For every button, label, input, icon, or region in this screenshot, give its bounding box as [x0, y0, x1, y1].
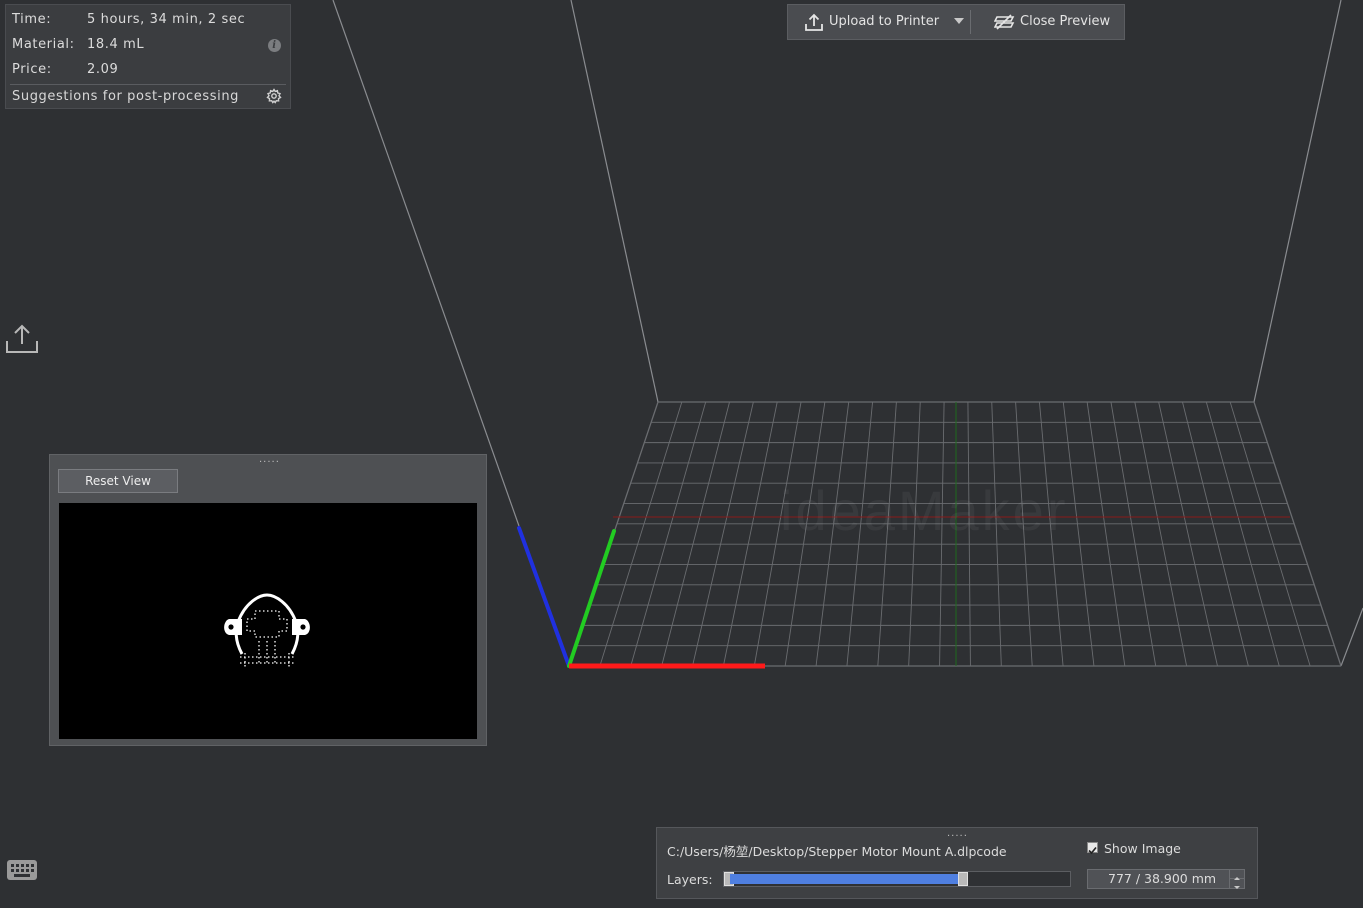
layer-spinbox[interactable] [1229, 870, 1244, 889]
chevron-down-icon [954, 18, 964, 24]
show-image-label: Show Image [1104, 841, 1181, 856]
info-icon[interactable]: i [268, 39, 281, 52]
upload-label: Upload to Printer [829, 14, 940, 29]
material-value: 18.4 mL [87, 37, 145, 52]
layers-icon [994, 14, 1015, 30]
material-label: Material: [12, 37, 75, 52]
drag-handle[interactable]: ..... [259, 455, 280, 465]
ideamaker-watermark: ideaMaker [780, 479, 1069, 542]
build-volume-frame [332, 0, 1363, 667]
file-path: C:/Users/杨堃/Desktop/Stepper Motor Mount … [667, 844, 1007, 859]
time-label: Time: [12, 12, 52, 27]
reset-view-button[interactable]: Reset View [58, 469, 178, 493]
divider [10, 84, 286, 85]
upload-icon [805, 13, 823, 31]
spin-up-button[interactable] [1230, 870, 1244, 880]
slider-max-handle[interactable] [958, 872, 968, 886]
grid-line [661, 401, 730, 667]
grid-line [722, 401, 778, 667]
price-value: 2.09 [87, 62, 119, 77]
grid-line [1158, 401, 1218, 667]
slider-fill [730, 874, 958, 884]
grid-line [1205, 401, 1280, 667]
layer-image-preview-panel: ..... Reset View [49, 454, 487, 746]
upload-dropdown-button[interactable] [951, 5, 967, 39]
print-info-panel: Time: 5 hours, 34 min, 2 sec Material: 1… [5, 4, 291, 109]
gear-icon[interactable] [266, 88, 282, 104]
time-value: 5 hours, 34 min, 2 sec [87, 12, 246, 27]
close-preview-label: Close Preview [1020, 14, 1111, 29]
layer-control-panel: ..... C:/Users/杨堃/Desktop/Stepper Motor … [656, 827, 1258, 899]
layers-label: Layers: [667, 872, 713, 887]
layer-slider[interactable] [723, 871, 1071, 887]
grid-line [1086, 401, 1126, 667]
checkbox-checked-icon[interactable] [1087, 842, 1098, 855]
toolbar-separator [970, 10, 971, 34]
layer-value-text: 777 / 38.900 mm [1108, 871, 1217, 886]
post-processing-label[interactable]: Suggestions for post-processing [12, 87, 239, 107]
z-axis [517, 526, 571, 668]
keyboard-icon[interactable] [6, 858, 38, 882]
grid-line [1182, 401, 1249, 667]
layer-slice-image [224, 593, 310, 667]
preview-toolbar: Upload to Printer Close Preview [787, 4, 1125, 40]
price-label: Price: [12, 62, 52, 77]
spin-down-button[interactable] [1230, 879, 1244, 889]
export-icon[interactable] [5, 323, 39, 355]
grid-line [692, 401, 754, 667]
grid-line [1110, 401, 1157, 667]
layer-value-field[interactable]: 777 / 38.900 mm [1087, 869, 1245, 889]
drag-handle[interactable]: ..... [947, 829, 968, 839]
grid-line [630, 401, 707, 667]
grid-line [1134, 401, 1188, 667]
grid-line [1253, 401, 1342, 667]
layer-image-canvas[interactable] [59, 503, 477, 739]
